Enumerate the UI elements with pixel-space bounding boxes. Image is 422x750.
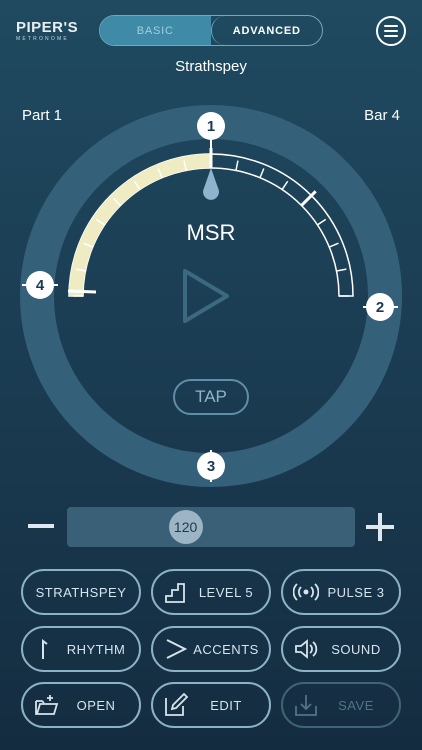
beat-marker-3: 3 (197, 452, 225, 480)
tempo-slider[interactable]: 120 (67, 507, 355, 547)
save-icon (295, 695, 317, 716)
edit-button[interactable]: EDIT (151, 682, 271, 728)
arc-tick (235, 160, 239, 171)
button-label: LEVEL 5 (198, 584, 254, 600)
arc-tick (336, 268, 347, 272)
edit-icon (165, 692, 189, 716)
button-label: STRATHSPEY (35, 584, 127, 600)
arc-start-cap (67, 289, 97, 294)
strathspey-button[interactable]: STRATHSPEY (21, 569, 141, 615)
button-label: RHYTHM (66, 641, 126, 657)
pulse-icon (293, 583, 319, 601)
button-label: ACCENTS (193, 641, 259, 657)
arc-tick (281, 180, 289, 190)
tempo-thumb[interactable]: 120 (168, 510, 203, 544)
stairs-icon (165, 583, 185, 603)
pulse-button[interactable]: PULSE 3 (281, 569, 401, 615)
tune-style-label: MSR (186, 220, 236, 245)
folder-icon (35, 695, 59, 715)
arc-tick (259, 168, 265, 179)
button-label: PULSE 3 (327, 584, 385, 600)
button-label: SAVE (338, 697, 374, 713)
sound-button[interactable]: SOUND (281, 626, 401, 672)
tap-button[interactable]: TAP (173, 379, 249, 415)
accents-button[interactable]: ACCENTS (151, 626, 271, 672)
plus-icon-vertical[interactable] (378, 513, 382, 541)
button-label: OPEN (76, 697, 116, 713)
beat-marker-2: 2 (366, 293, 394, 321)
speaker-icon (295, 639, 318, 659)
save-button[interactable]: SAVE (281, 682, 401, 728)
level-button[interactable]: LEVEL 5 (151, 569, 271, 615)
rhythm-button[interactable]: RHYTHM (21, 626, 141, 672)
button-label: SOUND (331, 641, 381, 657)
beat-marker-1: 1 (197, 112, 225, 140)
accent-icon (166, 639, 188, 659)
note-icon (42, 639, 48, 659)
play-icon[interactable] (183, 269, 229, 323)
beat-marker-4: 4 (26, 271, 54, 299)
button-label: EDIT (210, 697, 242, 713)
minus-icon[interactable] (28, 524, 54, 528)
needle-icon (203, 168, 219, 200)
open-button[interactable]: OPEN (21, 682, 141, 728)
